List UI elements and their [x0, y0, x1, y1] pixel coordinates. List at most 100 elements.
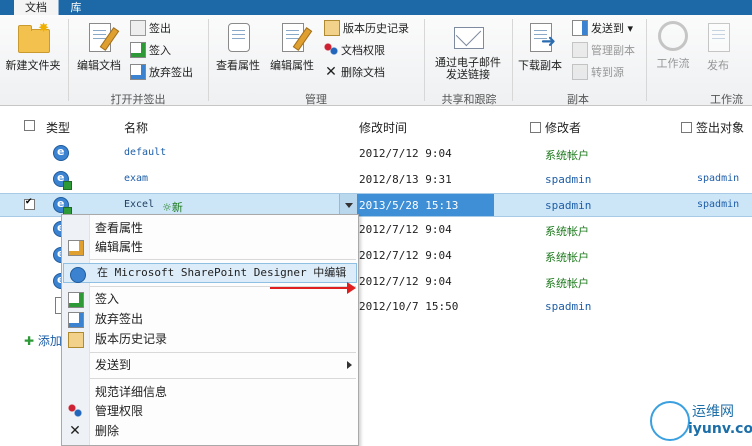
menu-version-history[interactable]: 版本历史记录: [62, 329, 358, 349]
plus-icon: ✚: [24, 334, 35, 348]
go-to-source-button[interactable]: 转到源: [572, 64, 624, 81]
menu-separator: [90, 259, 356, 260]
edit-document-icon: [83, 21, 120, 53]
menu-check-in-label: 签入: [95, 292, 120, 306]
new-item-label: 新: [171, 201, 183, 214]
document-permissions-button[interactable]: 文档权限: [324, 43, 385, 59]
edit-document-button[interactable]: 编辑文档: [74, 21, 124, 73]
delete-document-button[interactable]: ✕ 删除文档: [324, 65, 385, 81]
menu-manage-permissions[interactable]: 管理权限: [62, 401, 358, 421]
delete-icon: ✕: [325, 64, 337, 80]
modified-by-link[interactable]: 系统帐户: [545, 223, 589, 239]
menu-view-properties[interactable]: 查看属性: [62, 218, 358, 238]
check-in-button[interactable]: 签入: [130, 42, 171, 59]
add-new-document-link[interactable]: ✚ 添加: [24, 332, 62, 349]
menu-manage-permissions-label: 管理权限: [95, 404, 144, 418]
modified-date: 2013/5/28 15:13: [359, 199, 459, 212]
table-row[interactable]: default 2012/7/12 9:04 系统帐户: [0, 142, 752, 166]
header-modified[interactable]: 修改时间: [359, 119, 407, 136]
header-name[interactable]: 名称: [124, 119, 148, 136]
new-folder-icon: ✸: [17, 21, 50, 53]
checked-out-to-link[interactable]: spadmin: [697, 173, 739, 184]
menu-delete[interactable]: ✕ 删除: [62, 421, 358, 441]
menu-edit-properties[interactable]: 编辑属性: [62, 237, 358, 257]
discard-checkout-icon: [68, 312, 84, 328]
download-copy-button[interactable]: ➜ 下载副本: [514, 21, 566, 73]
menu-send-to[interactable]: 发送到: [62, 355, 358, 375]
manage-copies-button[interactable]: 管理副本: [572, 42, 635, 59]
file-name-link[interactable]: exam: [124, 173, 148, 184]
menu-compliance-details[interactable]: 规范详细信息: [62, 382, 358, 402]
ribbon-separator: [208, 19, 209, 101]
view-properties-button[interactable]: 查看属性: [212, 21, 264, 73]
watermark-top-text: 运维网: [692, 404, 734, 420]
menu-view-properties-label: 查看属性: [95, 221, 144, 235]
header-type[interactable]: 类型: [46, 119, 70, 136]
menu-delete-label: 删除: [95, 424, 120, 438]
menu-compliance-details-label: 规范详细信息: [95, 385, 168, 399]
send-to-label: 发送到: [591, 22, 624, 35]
ribbon-tab-bar: 文档 库: [0, 0, 752, 15]
file-name-link[interactable]: Excel: [124, 199, 154, 210]
tab-documents[interactable]: 文档: [14, 0, 59, 15]
workflows-button[interactable]: 工作流: [650, 21, 696, 71]
discard-checkout-button[interactable]: 放弃签出: [130, 64, 193, 81]
menu-edit-in-sharepoint-designer[interactable]: 在 Microsoft SharePoint Designer 中编辑: [63, 263, 357, 283]
edit-document-label: 编辑文档: [77, 59, 121, 72]
modified-by-link[interactable]: spadmin: [545, 300, 591, 313]
header-checked-out-to[interactable]: 签出对象: [681, 119, 744, 136]
publish-label: 发布: [707, 59, 729, 72]
new-folder-button[interactable]: ✸ 新建文件夹: [2, 21, 64, 73]
edit-properties-button[interactable]: 编辑属性: [266, 21, 318, 73]
menu-check-in[interactable]: 签入: [62, 289, 358, 309]
go-to-source-icon: [572, 64, 588, 80]
modified-by-link[interactable]: 系统帐户: [545, 249, 589, 265]
view-properties-label: 查看属性: [216, 59, 260, 72]
web-page-icon: [53, 145, 69, 161]
add-new-label: 添加: [37, 334, 62, 348]
checked-out-to-link[interactable]: spadmin: [697, 199, 739, 210]
new-folder-label: 新建文件夹: [5, 59, 61, 72]
go-to-source-label: 转到源: [591, 66, 624, 79]
publish-icon: [702, 21, 734, 53]
version-history-button[interactable]: 版本历史记录: [324, 20, 409, 37]
delete-icon: ✕: [69, 423, 81, 439]
select-all-checkbox[interactable]: [24, 119, 35, 133]
menu-edit-properties-label: 编辑属性: [95, 240, 144, 254]
discard-checkout-icon: [130, 64, 146, 80]
modified-date: 2012/7/12 9:04: [359, 147, 452, 160]
group-manage-label: 管理: [305, 93, 327, 106]
email-icon: [452, 21, 484, 53]
send-to-icon: [572, 20, 588, 36]
modified-by-link[interactable]: spadmin: [545, 199, 591, 212]
download-copy-label: 下载副本: [518, 59, 562, 72]
permissions-icon: [324, 43, 338, 57]
email-link-button[interactable]: 通过电子邮件 发送链接: [428, 21, 508, 81]
tab-library[interactable]: 库: [62, 0, 90, 15]
send-to-button[interactable]: 发送到 ▾: [572, 20, 633, 37]
modified-by-link[interactable]: 系统帐户: [545, 147, 589, 163]
version-history-label: 版本历史记录: [343, 22, 409, 35]
publish-button[interactable]: 发布: [698, 21, 738, 73]
modified-by-filter-checkbox[interactable]: [530, 122, 541, 133]
table-row[interactable]: exam 2012/8/13 9:31 spadmin spadmin: [0, 168, 752, 192]
row-checkbox[interactable]: [24, 197, 35, 210]
web-page-checked-out-icon: [53, 197, 72, 216]
group-workflow-label: 工作流: [710, 93, 743, 106]
header-modified-by[interactable]: 修改者: [530, 119, 581, 136]
file-name-link[interactable]: default: [124, 147, 166, 158]
group-share-track-label: 共享和跟踪: [441, 93, 497, 106]
manage-copies-icon: [572, 42, 588, 58]
item-menu-dropdown-button[interactable]: [339, 194, 358, 216]
document-permissions-label: 文档权限: [341, 44, 385, 57]
modified-by-link[interactable]: 系统帐户: [545, 275, 589, 291]
email-link-label-line2: 发送链接: [446, 68, 490, 81]
menu-discard-checkout[interactable]: 放弃签出: [62, 309, 358, 329]
check-out-button[interactable]: 签出: [130, 20, 171, 37]
modified-by-link[interactable]: spadmin: [545, 173, 591, 186]
modified-date: 2012/7/12 9:04: [359, 275, 452, 288]
edit-properties-label: 编辑属性: [270, 59, 314, 72]
header-checked-out-to-label: 签出对象: [696, 121, 745, 135]
checked-out-filter-checkbox[interactable]: [681, 122, 692, 133]
permissions-icon: [68, 404, 82, 418]
